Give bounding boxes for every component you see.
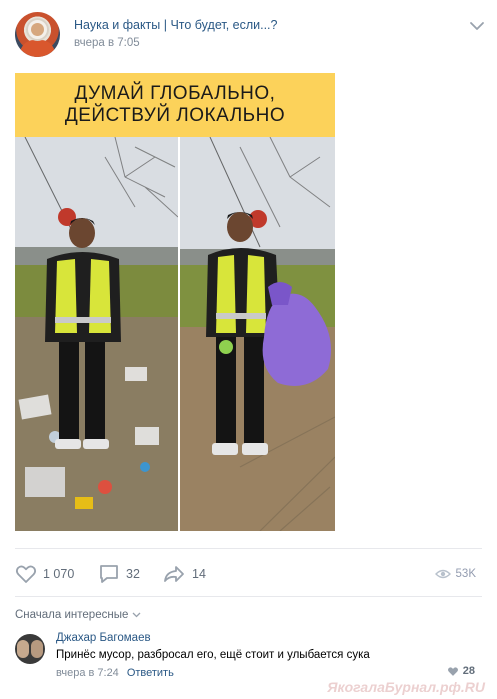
heart-icon bbox=[447, 666, 458, 676]
post-actions-bar: 1 070 32 14 53K bbox=[15, 560, 482, 588]
chevron-down-icon[interactable] bbox=[469, 20, 485, 32]
like-button[interactable]: 1 070 bbox=[15, 560, 74, 588]
group-avatar[interactable] bbox=[15, 12, 60, 57]
share-icon bbox=[164, 566, 184, 582]
image-caption-line2: ДЕЙСТВУЙ ЛОКАЛЬНО bbox=[64, 105, 286, 126]
views-count: 53K bbox=[455, 568, 476, 580]
likes-count: 1 070 bbox=[43, 567, 75, 581]
shares-count: 14 bbox=[192, 567, 206, 581]
comments-sort-label: Сначала интересные bbox=[15, 609, 129, 621]
photo-before bbox=[15, 137, 178, 531]
comments-count: 32 bbox=[126, 567, 140, 581]
post-image[interactable]: ДУМАЙ ГЛОБАЛЬНО, ДЕЙСТВУЙ ЛОКАЛЬНО bbox=[15, 73, 335, 533]
views-counter: 53K bbox=[434, 560, 476, 588]
comment-button[interactable]: 32 bbox=[98, 560, 140, 588]
comment-text: Принёс мусор, разбросал его, ещё стоит и… bbox=[56, 649, 370, 661]
post-time[interactable]: вчера в 7:05 bbox=[74, 37, 140, 49]
comment-icon bbox=[100, 565, 118, 583]
eye-icon bbox=[434, 569, 451, 579]
comment-like-button[interactable]: 28 bbox=[447, 665, 475, 677]
actions-divider bbox=[15, 548, 482, 549]
share-button[interactable]: 14 bbox=[162, 560, 206, 588]
comment-time[interactable]: вчера в 7:24 bbox=[56, 667, 119, 679]
comment-likes-count: 28 bbox=[462, 665, 475, 677]
comment-meta: вчера в 7:24 Ответить bbox=[56, 667, 174, 679]
group-name-link[interactable]: Наука и факты | Что будет, если...? bbox=[74, 18, 278, 32]
comment-author-avatar[interactable] bbox=[15, 634, 45, 664]
reply-button[interactable]: Ответить bbox=[127, 667, 174, 679]
image-caption-banner: ДУМАЙ ГЛОБАЛЬНО, ДЕЙСТВУЙ ЛОКАЛЬНО bbox=[15, 73, 335, 137]
comment-author-name[interactable]: Джахар Багомаев bbox=[56, 632, 151, 644]
watermark: ЯкогалаБурнал.рф.RU bbox=[327, 679, 485, 695]
heart-icon bbox=[15, 565, 37, 583]
photo-after bbox=[180, 137, 335, 531]
post-header: Наука и факты | Что будет, если...? вчер… bbox=[15, 12, 485, 60]
chevron-down-icon bbox=[132, 612, 141, 618]
comments-sort-dropdown[interactable]: Сначала интересные bbox=[15, 609, 141, 621]
comments-divider bbox=[15, 596, 482, 597]
image-caption-line1: ДУМАЙ ГЛОБАЛЬНО, bbox=[74, 83, 276, 104]
